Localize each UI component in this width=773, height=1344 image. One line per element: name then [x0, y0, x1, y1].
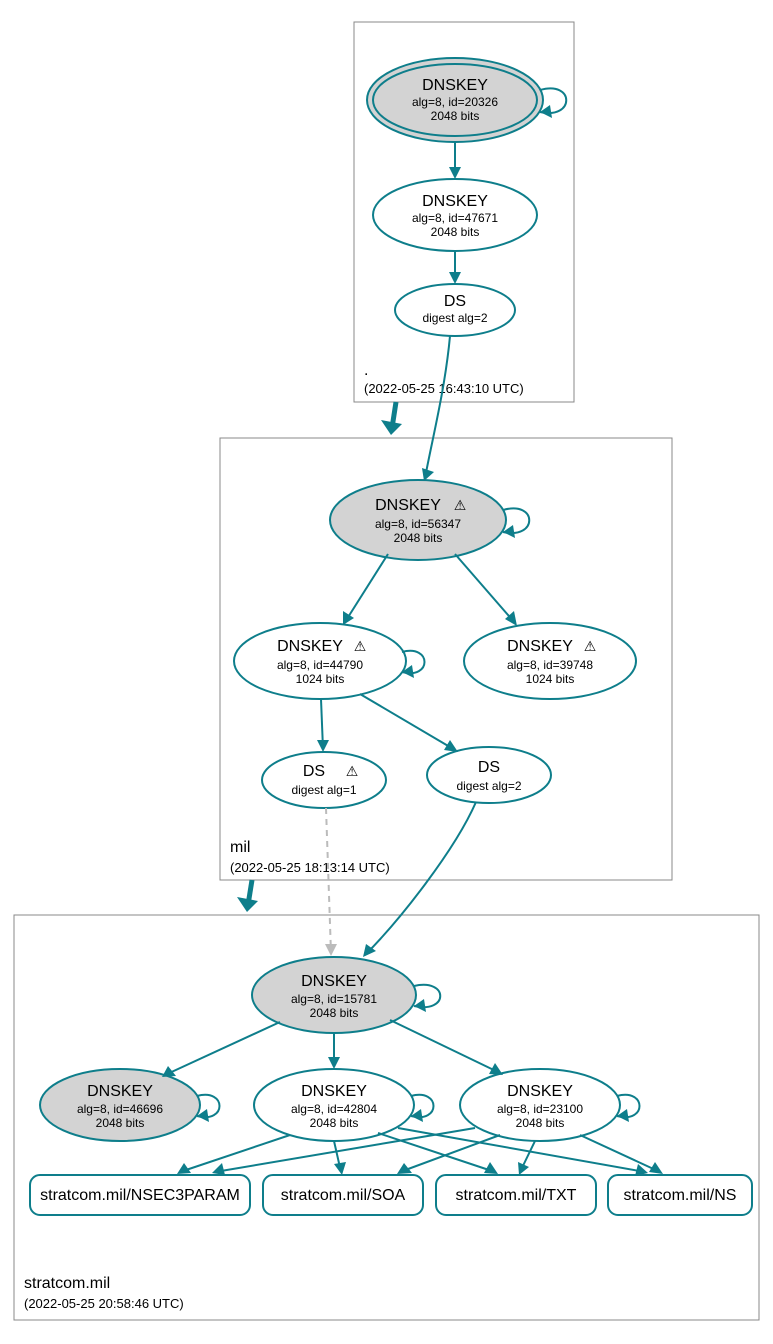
warn-icon: ⚠	[354, 638, 367, 654]
svg-text:DS: DS	[303, 763, 325, 780]
svg-text:stratcom.mil/SOA: stratcom.mil/SOA	[281, 1187, 406, 1204]
warn-icon: ⚠	[584, 638, 597, 654]
svg-text:DNSKEY: DNSKEY	[277, 638, 343, 655]
svg-text:alg=8, id=15781: alg=8, id=15781	[291, 992, 377, 1006]
zone-root-name: .	[364, 362, 368, 379]
node-mil-ds1: DS ⚠ digest alg=1	[262, 752, 386, 808]
svg-text:alg=8, id=39748: alg=8, id=39748	[507, 658, 593, 672]
svg-text:DNSKEY: DNSKEY	[422, 193, 488, 210]
svg-text:1024 bits: 1024 bits	[526, 672, 575, 686]
svg-text:alg=8, id=56347: alg=8, id=56347	[375, 517, 461, 531]
svg-text:digest alg=2: digest alg=2	[456, 779, 521, 793]
zone-mil-name: mil	[230, 839, 250, 856]
node-mil-ksk: DNSKEY ⚠ alg=8, id=56347 2048 bits	[330, 480, 506, 560]
svg-text:1024 bits: 1024 bits	[296, 672, 345, 686]
node-stratcom-k2: DNSKEY alg=8, id=46696 2048 bits	[40, 1069, 200, 1141]
svg-text:DNSKEY: DNSKEY	[422, 77, 488, 94]
warn-icon: ⚠	[454, 497, 467, 513]
svg-text:digest alg=2: digest alg=2	[422, 311, 487, 325]
svg-text:2048 bits: 2048 bits	[96, 1116, 145, 1130]
svg-text:DNSKEY: DNSKEY	[87, 1083, 153, 1100]
zone-stratcom-time: (2022-05-25 20:58:46 UTC)	[24, 1296, 184, 1311]
svg-text:2048 bits: 2048 bits	[431, 109, 480, 123]
svg-text:alg=8, id=46696: alg=8, id=46696	[77, 1102, 163, 1116]
node-root-ksk: DNSKEY alg=8, id=20326 2048 bits	[367, 58, 543, 142]
zone-stratcom-name: stratcom.mil	[24, 1275, 110, 1292]
svg-text:alg=8, id=42804: alg=8, id=42804	[291, 1102, 377, 1116]
svg-text:2048 bits: 2048 bits	[310, 1006, 359, 1020]
svg-text:DNSKEY: DNSKEY	[301, 973, 367, 990]
node-mil-zsk2: DNSKEY ⚠ alg=8, id=39748 1024 bits	[464, 623, 636, 699]
svg-text:alg=8, id=47671: alg=8, id=47671	[412, 211, 498, 225]
node-root-ds: DS digest alg=2	[395, 284, 515, 336]
node-stratcom-k3: DNSKEY alg=8, id=42804 2048 bits	[254, 1069, 414, 1141]
svg-text:stratcom.mil/NS: stratcom.mil/NS	[624, 1187, 737, 1204]
svg-text:2048 bits: 2048 bits	[310, 1116, 359, 1130]
svg-text:digest alg=1: digest alg=1	[291, 783, 356, 797]
node-mil-ds2: DS digest alg=2	[427, 747, 551, 803]
node-root-zsk: DNSKEY alg=8, id=47671 2048 bits	[373, 179, 537, 251]
svg-text:stratcom.mil/TXT: stratcom.mil/TXT	[456, 1187, 577, 1204]
svg-text:DS: DS	[444, 293, 466, 310]
svg-text:2048 bits: 2048 bits	[516, 1116, 565, 1130]
svg-text:alg=8, id=23100: alg=8, id=23100	[497, 1102, 583, 1116]
svg-text:2048 bits: 2048 bits	[431, 225, 480, 239]
zone-mil-time: (2022-05-25 18:13:14 UTC)	[230, 860, 390, 875]
svg-text:DNSKEY: DNSKEY	[301, 1083, 367, 1100]
svg-text:DNSKEY: DNSKEY	[507, 638, 573, 655]
node-mil-zsk1: DNSKEY ⚠ alg=8, id=44790 1024 bits	[234, 623, 406, 699]
node-stratcom-k4: DNSKEY alg=8, id=23100 2048 bits	[460, 1069, 620, 1141]
svg-text:DNSKEY: DNSKEY	[507, 1083, 573, 1100]
svg-text:alg=8, id=20326: alg=8, id=20326	[412, 95, 498, 109]
svg-text:2048 bits: 2048 bits	[394, 531, 443, 545]
warn-icon: ⚠	[346, 763, 359, 779]
svg-text:DNSKEY: DNSKEY	[375, 497, 441, 514]
svg-text:alg=8, id=44790: alg=8, id=44790	[277, 658, 363, 672]
svg-text:DS: DS	[478, 759, 500, 776]
svg-text:stratcom.mil/NSEC3PARAM: stratcom.mil/NSEC3PARAM	[40, 1187, 240, 1204]
